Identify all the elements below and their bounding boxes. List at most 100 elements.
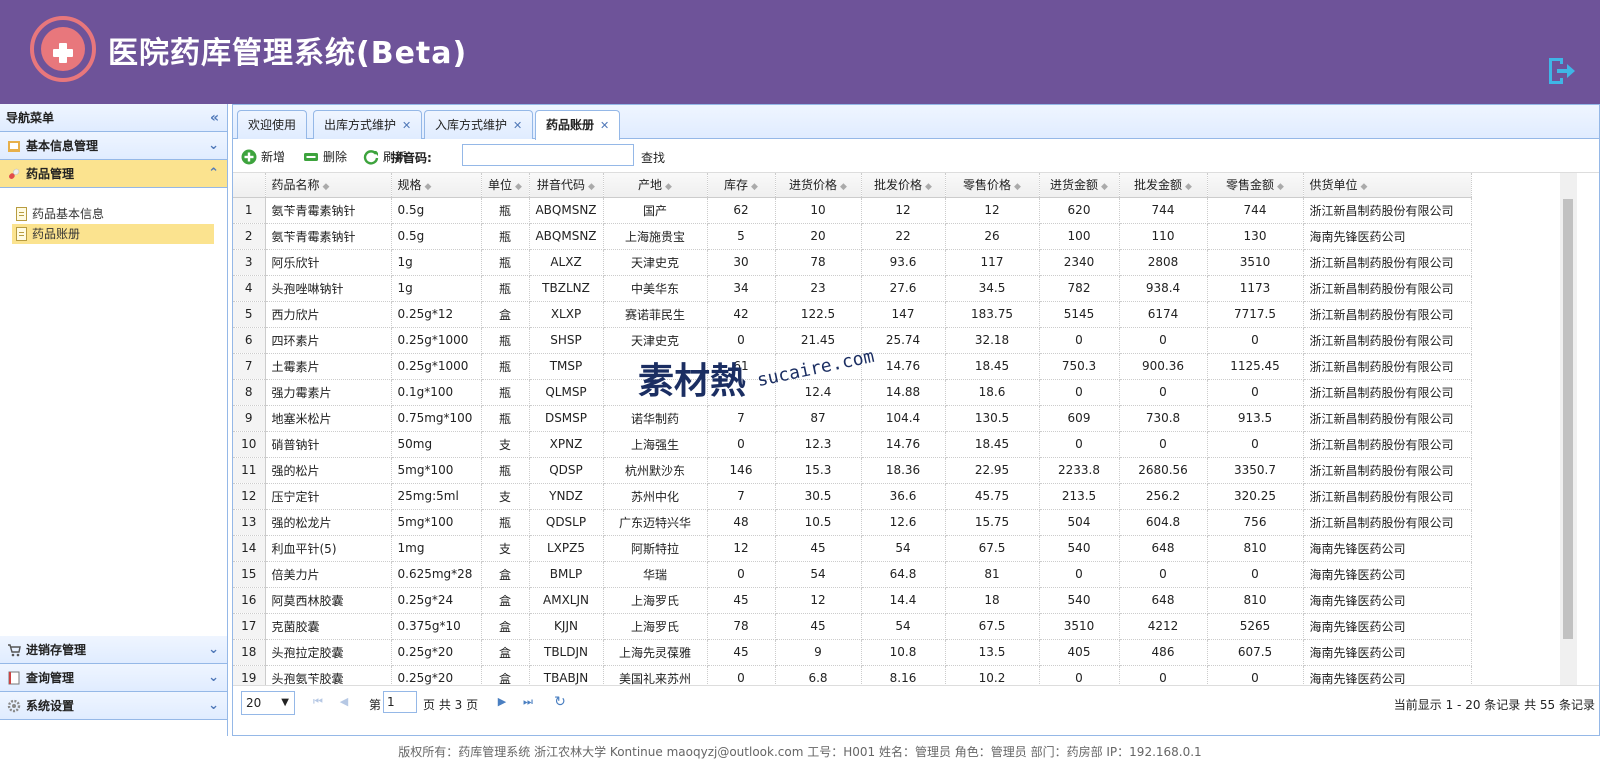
nav-section-label: 药品管理 (26, 167, 75, 181)
table-cell: 0.625mg*28 (391, 561, 482, 588)
next-page-icon[interactable]: ▶ (495, 695, 509, 709)
table-cell: 头孢氨苄胶囊 (265, 665, 392, 685)
table-row[interactable]: 2 氨苄青霉素钠针 0.5g 瓶 ABQMSNZ 上海施贵宝 5 20 22 26 100 110 13… (233, 223, 1472, 250)
vertical-scrollbar[interactable] (1560, 173, 1577, 685)
scrollbar-thumb[interactable] (1563, 199, 1573, 639)
nav-item-drug-basic-info[interactable]: 药品基本信息 (12, 204, 214, 224)
nav-section-query[interactable]: 查询管理 ⌄ (0, 664, 227, 692)
chevron-down-icon[interactable]: ⌄ (208, 664, 219, 692)
tab-outbound-methods[interactable]: 出库方式维护 ✕ (313, 110, 423, 139)
table-cell: QDSP (529, 457, 604, 484)
table-row[interactable]: 11 强的松片 5mg*100 瓶 QDSP 杭州默沙东 146 15.3 18.36 22.95… (233, 457, 1472, 484)
chevron-down-icon: ▼ (281, 697, 289, 708)
table-row[interactable]: 18 头孢拉定胶囊 0.25g*20 盒 TBLDJN 上海先灵葆雅 45 9 10.8 13.5… (233, 639, 1472, 666)
tab-inbound-methods[interactable]: 入库方式维护 ✕ (424, 110, 534, 139)
table-cell: 0 (1207, 379, 1304, 406)
table-cell: ABQMSNZ (529, 223, 604, 250)
row-number-cell: 9 (233, 405, 266, 432)
table-row[interactable]: 19 头孢氨苄胶囊 0.25g*20 盒 TBABJN 美国礼来苏州 0 6.8 8.16 10.… (233, 665, 1472, 685)
close-icon[interactable]: ✕ (600, 119, 609, 132)
table-cell: 瓶 (481, 197, 530, 224)
previous-page-icon[interactable]: ◀ (337, 695, 351, 709)
close-icon[interactable]: ✕ (513, 119, 522, 132)
column-header[interactable]: 进货价格 ◆ (775, 173, 862, 198)
chevron-down-icon[interactable]: ⌄ (208, 636, 219, 664)
table-row[interactable]: 15 倍美力片 0.625mg*28 盒 BMLP 华瑞 0 54 64.8 81 0 0 0 海南先锋医… (233, 561, 1472, 588)
last-page-icon[interactable]: ⏭ (521, 695, 535, 709)
table-row[interactable]: 14 利血平针(5) 1mg 支 LXPZ5 阿斯特拉 12 45 54 67.5 540 648 81… (233, 535, 1472, 562)
table-cell: 12 (861, 197, 946, 224)
column-header[interactable]: 库存 ◆ (707, 173, 776, 198)
reload-icon[interactable]: ↻ (553, 695, 567, 709)
table-cell: 0 (1207, 431, 1304, 458)
nav-section-settings[interactable]: 系统设置 ⌄ (0, 692, 227, 720)
table-row[interactable]: 5 西力欣片 0.25g*12 盒 XLXP 赛诺菲民生 42 122.5 147 183.75 5… (233, 301, 1472, 328)
add-button-label: 新增 (261, 150, 286, 164)
delete-button[interactable]: 删除 (303, 148, 347, 166)
table-cell: 23 (775, 275, 862, 302)
column-header[interactable]: 零售金额 ◆ (1207, 173, 1304, 198)
nav-section-basic-info[interactable]: 基本信息管理 ⌄ (0, 132, 227, 160)
table-row[interactable]: 12 压宁定针 25mg:5ml 支 YNDZ 苏州中化 7 30.5 36.6 45.75 213… (233, 483, 1472, 510)
chevron-up-icon[interactable]: ⌃ (208, 160, 219, 188)
row-number-cell: 8 (233, 379, 266, 406)
column-header[interactable]: 批发金额 ◆ (1119, 173, 1208, 198)
table-cell: 67.5 (945, 613, 1040, 640)
chevron-down-icon[interactable]: ⌄ (208, 132, 219, 160)
table-cell: 938.4 (1119, 275, 1208, 302)
plus-icon (241, 149, 257, 165)
table-cell: 14.4 (861, 587, 946, 614)
nav-section-drug-management[interactable]: 药品管理 ⌃ (0, 160, 227, 188)
pill-icon (9, 168, 20, 179)
column-header[interactable]: 产地 ◆ (603, 173, 708, 198)
current-page-input[interactable]: 1 (383, 691, 417, 713)
pinyin-input[interactable] (462, 144, 634, 166)
collapse-nav-icon[interactable]: « (210, 104, 219, 132)
table-cell: 648 (1119, 587, 1208, 614)
table-row[interactable]: 17 克菌胶囊 0.375g*10 盒 KJJN 上海罗氏 78 45 54 67.5 3510 42… (233, 613, 1472, 640)
table-row[interactable]: 13 强的松龙片 5mg*100 瓶 QDSLP 广东迈特兴华 48 10.5 12.6 15.7… (233, 509, 1472, 536)
table-cell: 2340 (1039, 249, 1120, 276)
column-header[interactable]: 药品名称 ◆ (265, 173, 392, 198)
table-row[interactable]: 4 头孢唑啉钠针 1g 瓶 TBZLNZ 中美华东 34 23 27.6 34.5 782 938.4… (233, 275, 1472, 302)
first-page-icon[interactable]: ⏮ (311, 695, 325, 709)
table-row[interactable]: 10 硝普钠针 50mg 支 XPNZ 上海强生 0 12.3 14.76 18.45 0 0 0 浙江新… (233, 431, 1472, 458)
page-size-select[interactable]: 20 ▼ (241, 691, 295, 715)
table-cell: 0.5g (391, 223, 482, 250)
nav-item-drug-ledger[interactable]: 药品账册 (12, 224, 214, 244)
column-header[interactable]: 进货金额 ◆ (1039, 173, 1120, 198)
table-cell: 赛诺菲民生 (603, 301, 708, 328)
tab-welcome[interactable]: 欢迎使用 (237, 110, 308, 139)
column-header[interactable]: 规格 ◆ (391, 173, 482, 198)
delete-button-label: 删除 (323, 150, 348, 164)
column-header[interactable]: 批发价格 ◆ (861, 173, 946, 198)
column-header[interactable]: 单位 ◆ (481, 173, 530, 198)
table-cell: 93.6 (861, 249, 946, 276)
table-cell: 上海强生 (603, 431, 708, 458)
nav-section-label: 系统设置 (26, 699, 75, 713)
column-header[interactable]: 拼音代码 ◆ (529, 173, 604, 198)
add-button[interactable]: 新增 (241, 148, 285, 166)
search-button[interactable]: 查找 (641, 149, 665, 166)
table-cell: 36.6 (861, 483, 946, 510)
table-row[interactable]: 3 阿乐欣针 1g 瓶 ALXZ 天津史克 30 78 93.6 117 2340 2808 3510 浙… (233, 249, 1472, 276)
column-header-label: 进货价格 (789, 178, 838, 193)
table-cell: 540 (1039, 587, 1120, 614)
chevron-down-icon[interactable]: ⌄ (208, 692, 219, 720)
table-cell: 78 (775, 249, 862, 276)
logout-icon[interactable] (1545, 55, 1577, 87)
column-header[interactable]: 零售价格 ◆ (945, 173, 1040, 198)
table-row[interactable]: 1 氨苄青霉素钠针 0.5g 瓶 ABQMSNZ 国产 62 10 12 12 620 744 744 浙… (233, 197, 1472, 224)
column-header[interactable]: 供货单位 ◆ (1303, 173, 1472, 198)
table-row[interactable]: 16 阿莫西林胶囊 0.25g*24 盒 AMXLJN 上海罗氏 45 12 14.4 18 540… (233, 587, 1472, 614)
table-cell: 海南先锋医药公司 (1303, 561, 1472, 588)
column-header-label: 库存 (724, 178, 749, 193)
tab-drug-ledger[interactable]: 药品账册 ✕ (535, 110, 621, 140)
table-cell: 强力霉素片 (265, 379, 392, 406)
row-number-cell: 17 (233, 613, 266, 640)
table-cell: 5145 (1039, 301, 1120, 328)
close-icon[interactable]: ✕ (402, 119, 411, 132)
table-cell: 海南先锋医药公司 (1303, 223, 1472, 250)
table-cell: 浙江新昌制药股份有限公司 (1303, 483, 1472, 510)
nav-section-inventory[interactable]: 进销存管理 ⌄ (0, 636, 227, 664)
